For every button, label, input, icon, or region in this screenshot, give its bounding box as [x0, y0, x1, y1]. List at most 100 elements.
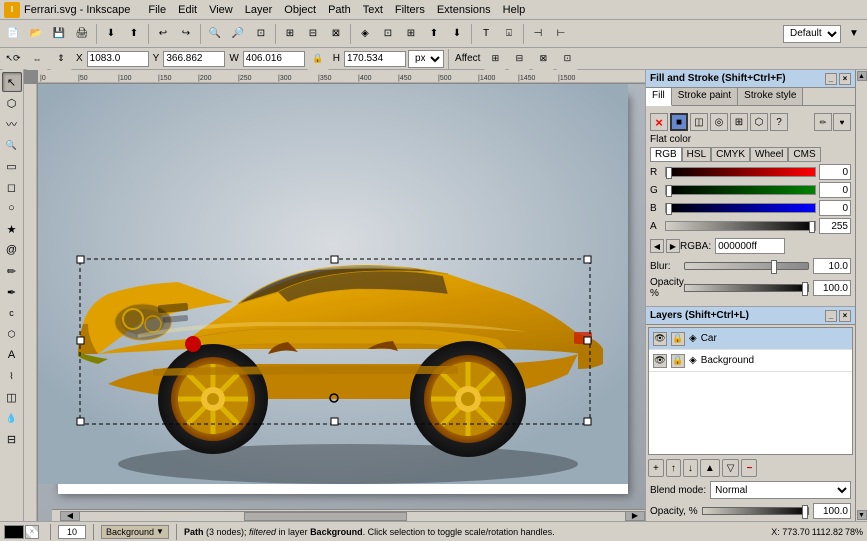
measure-tool[interactable]: ⊟ [2, 429, 22, 449]
y-input[interactable] [163, 51, 225, 67]
layer-background[interactable]: 👁 🔒 ◈ Background [649, 350, 852, 372]
zoom-tool[interactable]: 🔍 [2, 135, 22, 155]
fill-stroke-header[interactable]: Fill and Stroke (Shift+Ctrl+F) _ × [646, 70, 855, 88]
menu-filters[interactable]: Filters [389, 2, 431, 18]
print-button[interactable]: 🖨 [71, 23, 93, 45]
cms-tab[interactable]: CMS [788, 147, 820, 162]
blur-input[interactable] [813, 258, 851, 274]
rgba-hex-input[interactable] [715, 238, 785, 254]
3dbox-tool[interactable]: ◻ [2, 177, 22, 197]
b-slider-track[interactable] [665, 203, 816, 213]
flat-color-btn[interactable]: ■ [670, 113, 688, 131]
panel-close-btn[interactable]: × [839, 73, 851, 85]
menu-object[interactable]: Object [278, 2, 322, 18]
layers-close-btn[interactable]: × [839, 310, 851, 322]
layers-opacity-slider[interactable] [702, 507, 809, 515]
wheel-tab[interactable]: Wheel [750, 147, 788, 162]
lower-button[interactable]: ⬇ [446, 23, 468, 45]
new-button[interactable]: 📄 [2, 23, 24, 45]
opacity-input[interactable] [813, 280, 851, 296]
a-input[interactable] [819, 218, 851, 234]
ungroup-button[interactable]: ⊞ [400, 23, 422, 45]
layer-car-visible[interactable]: 👁 [653, 332, 667, 346]
layer-indicator[interactable]: Background ▼ [101, 525, 169, 539]
layer-up-btn[interactable]: ↑ [666, 459, 681, 477]
text-tool-btn[interactable]: T [475, 23, 497, 45]
bucket-tool[interactable]: ⬡ [2, 324, 22, 344]
flip-v-btn[interactable]: ⇕ [50, 48, 72, 70]
cmyk-tab[interactable]: CMYK [711, 147, 750, 162]
menu-help[interactable]: Help [497, 2, 532, 18]
layer-car[interactable]: 👁 🔒 ◈ Car [649, 328, 852, 350]
canvas-hscroll[interactable]: ◀ ▶ [52, 509, 645, 521]
hsl-tab[interactable]: HSL [682, 147, 711, 162]
unit-select[interactable]: px [408, 50, 444, 68]
tweak-tool[interactable]: 〰 [2, 114, 22, 134]
layers-header[interactable]: Layers (Shift+Ctrl+L) _ × [646, 307, 855, 325]
flow-text-btn[interactable]: ⌻ [498, 23, 520, 45]
canvas-area[interactable]: |0 |50 |100 |150 |200 |250 |300 |350 |40… [24, 70, 645, 521]
lock-aspect-btn[interactable]: 🔒 [307, 48, 329, 70]
default-dropdown[interactable]: Default [783, 25, 841, 43]
snap2-button[interactable]: ⊟ [302, 23, 324, 45]
flip-h-btn[interactable]: ⇔ [26, 48, 48, 70]
default-arrow[interactable]: ▼ [843, 23, 865, 45]
layer-add-btn[interactable]: + [648, 459, 664, 477]
panel-scroll-down[interactable]: ▼ [857, 510, 867, 520]
snap3-button[interactable]: ⊠ [325, 23, 347, 45]
b-input[interactable] [819, 200, 851, 216]
export-button[interactable]: ⬆ [123, 23, 145, 45]
tab-stroke-paint[interactable]: Stroke paint [672, 88, 738, 105]
ellipse-tool[interactable]: ○ [2, 198, 22, 218]
layer-bg-lock[interactable]: 🔒 [671, 354, 685, 368]
import-button[interactable]: ⬇ [100, 23, 122, 45]
opacity-slider[interactable] [684, 284, 809, 292]
next-color-btn[interactable]: ▶ [666, 239, 680, 253]
stroke-swatch[interactable]: × [25, 525, 39, 539]
menu-extensions[interactable]: Extensions [431, 2, 497, 18]
radial-grad-btn[interactable]: ◎ [710, 113, 728, 131]
gradient-tool[interactable]: ◫ [2, 387, 22, 407]
swatch-btn[interactable]: ⬡ [750, 113, 768, 131]
save-button[interactable]: 💾 [48, 23, 70, 45]
a-slider-track[interactable] [665, 221, 816, 231]
snap-button[interactable]: ⊞ [279, 23, 301, 45]
canvas-content[interactable]: ◀ ▶ [38, 84, 645, 521]
fill-option-btn[interactable]: ♥ [833, 113, 851, 131]
menu-file[interactable]: File [142, 2, 172, 18]
w-input[interactable] [243, 51, 305, 67]
affect-btn1[interactable]: ⊞ [484, 48, 506, 70]
r-input[interactable] [819, 164, 851, 180]
edit-fill-btn[interactable]: ✏ [814, 113, 832, 131]
redo-button[interactable]: ↪ [175, 23, 197, 45]
rgb-tab[interactable]: RGB [650, 147, 682, 162]
star-tool[interactable]: ★ [2, 219, 22, 239]
node-tool[interactable]: ⬡ [2, 93, 22, 113]
menu-text[interactable]: Text [357, 2, 389, 18]
panel-scrollbar[interactable]: ▲ ▼ [855, 70, 867, 521]
connector-tool[interactable]: ⌇ [2, 366, 22, 386]
layer-bg-visible[interactable]: 👁 [653, 354, 667, 368]
layer-car-lock[interactable]: 🔒 [671, 332, 685, 346]
layer-raise-btn[interactable]: ▲ [700, 459, 720, 477]
x-input[interactable] [87, 51, 149, 67]
panel-minimize-btn[interactable]: _ [825, 73, 837, 85]
r-slider-track[interactable] [665, 167, 816, 177]
pen-tool[interactable]: ✒ [2, 282, 22, 302]
fill-swatch[interactable] [4, 525, 24, 539]
group-button[interactable]: ⊡ [377, 23, 399, 45]
tab-stroke-style[interactable]: Stroke style [738, 88, 803, 105]
affect-btn2[interactable]: ⊟ [508, 48, 530, 70]
transform-btn[interactable]: ↖⟳ [2, 48, 24, 70]
menu-view[interactable]: View [203, 2, 239, 18]
unknown-btn[interactable]: ? [770, 113, 788, 131]
tab-fill[interactable]: Fill [646, 88, 672, 106]
layer-down-btn[interactable]: ↓ [683, 459, 698, 477]
node-select-button[interactable]: ◈ [354, 23, 376, 45]
undo-button[interactable]: ↩ [152, 23, 174, 45]
rect-tool[interactable]: ▭ [2, 156, 22, 176]
menu-layer[interactable]: Layer [239, 2, 279, 18]
layers-opacity-input[interactable] [813, 503, 851, 519]
align-right-btn[interactable]: ⊢ [550, 23, 572, 45]
blur-slider[interactable] [684, 262, 809, 270]
